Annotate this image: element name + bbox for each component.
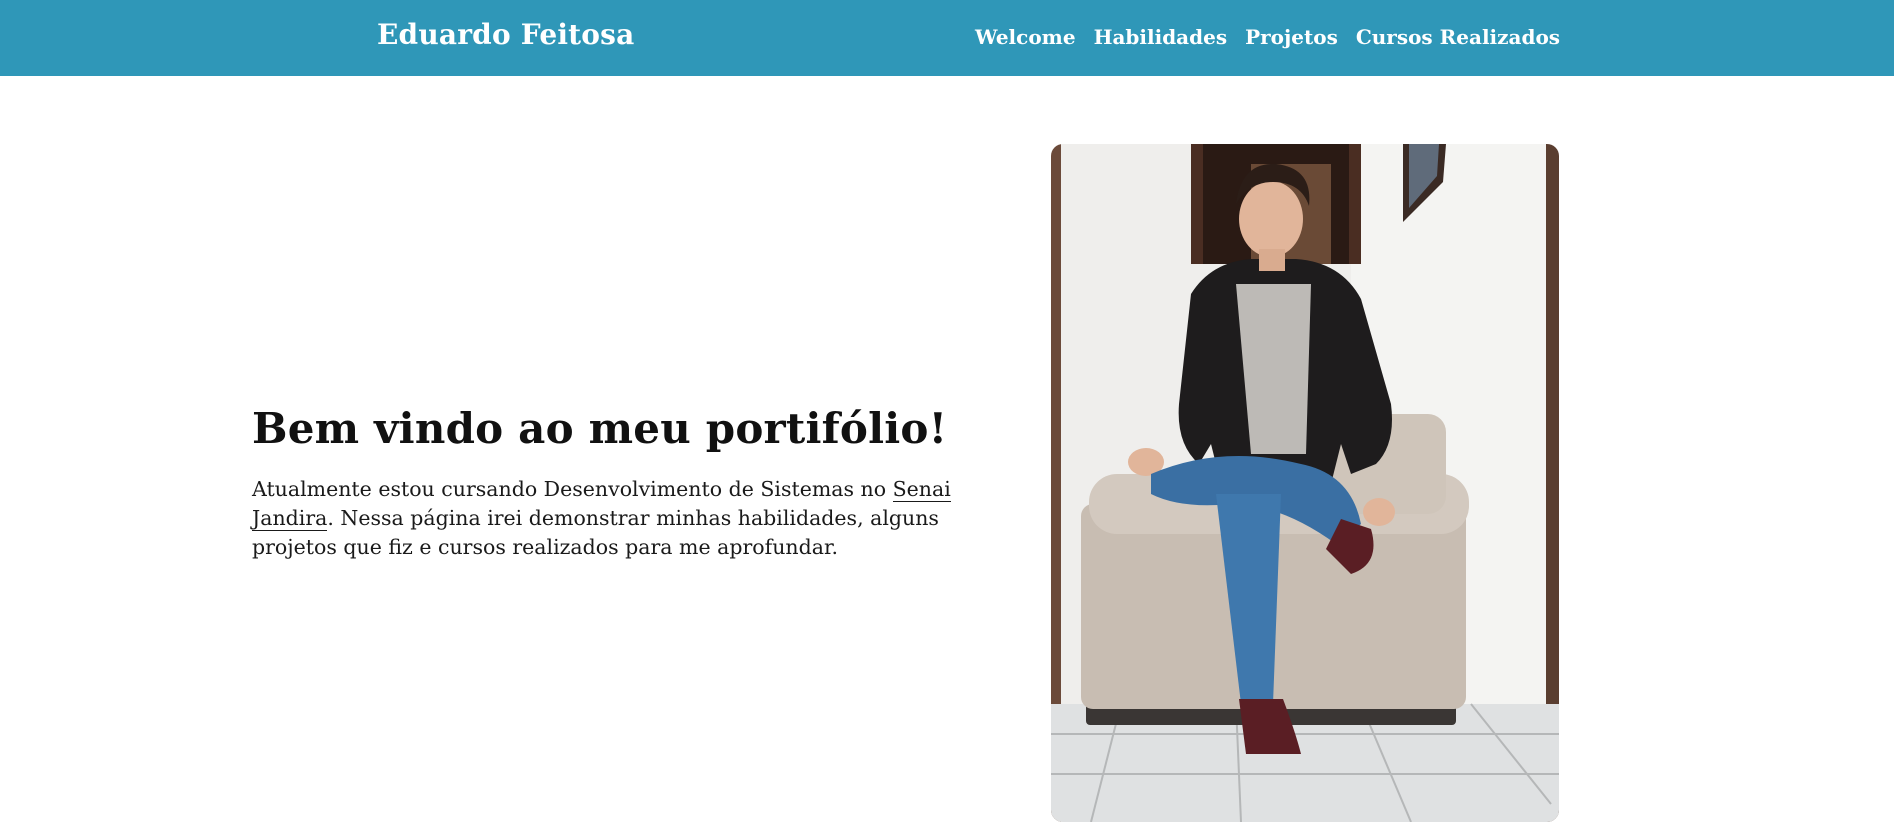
nav-link-cursos-realizados[interactable]: Cursos Realizados [1356, 25, 1560, 49]
profile-photo [1051, 144, 1559, 822]
nav-link-habilidades[interactable]: Habilidades [1094, 25, 1228, 49]
top-navbar: Eduardo Feitosa Welcome Habilidades Proj… [0, 0, 1894, 76]
profile-photo-illustration [1051, 144, 1559, 822]
hero-description-end: . Nessa página irei demonstrar minhas ha… [252, 506, 939, 559]
hero-description-start: Atualmente estou cursando Desenvolviment… [252, 477, 893, 501]
nav-links: Welcome Habilidades Projetos Cursos Real… [975, 25, 1560, 49]
hero-section: Bem vindo ao meu portifólio! Atualmente … [252, 404, 952, 562]
hero-description: Atualmente estou cursando Desenvolviment… [252, 475, 952, 562]
hero-title: Bem vindo ao meu portifólio! [252, 404, 948, 453]
brand-name[interactable]: Eduardo Feitosa [377, 18, 635, 51]
nav-link-projetos[interactable]: Projetos [1245, 25, 1338, 49]
nav-link-welcome[interactable]: Welcome [975, 25, 1076, 49]
